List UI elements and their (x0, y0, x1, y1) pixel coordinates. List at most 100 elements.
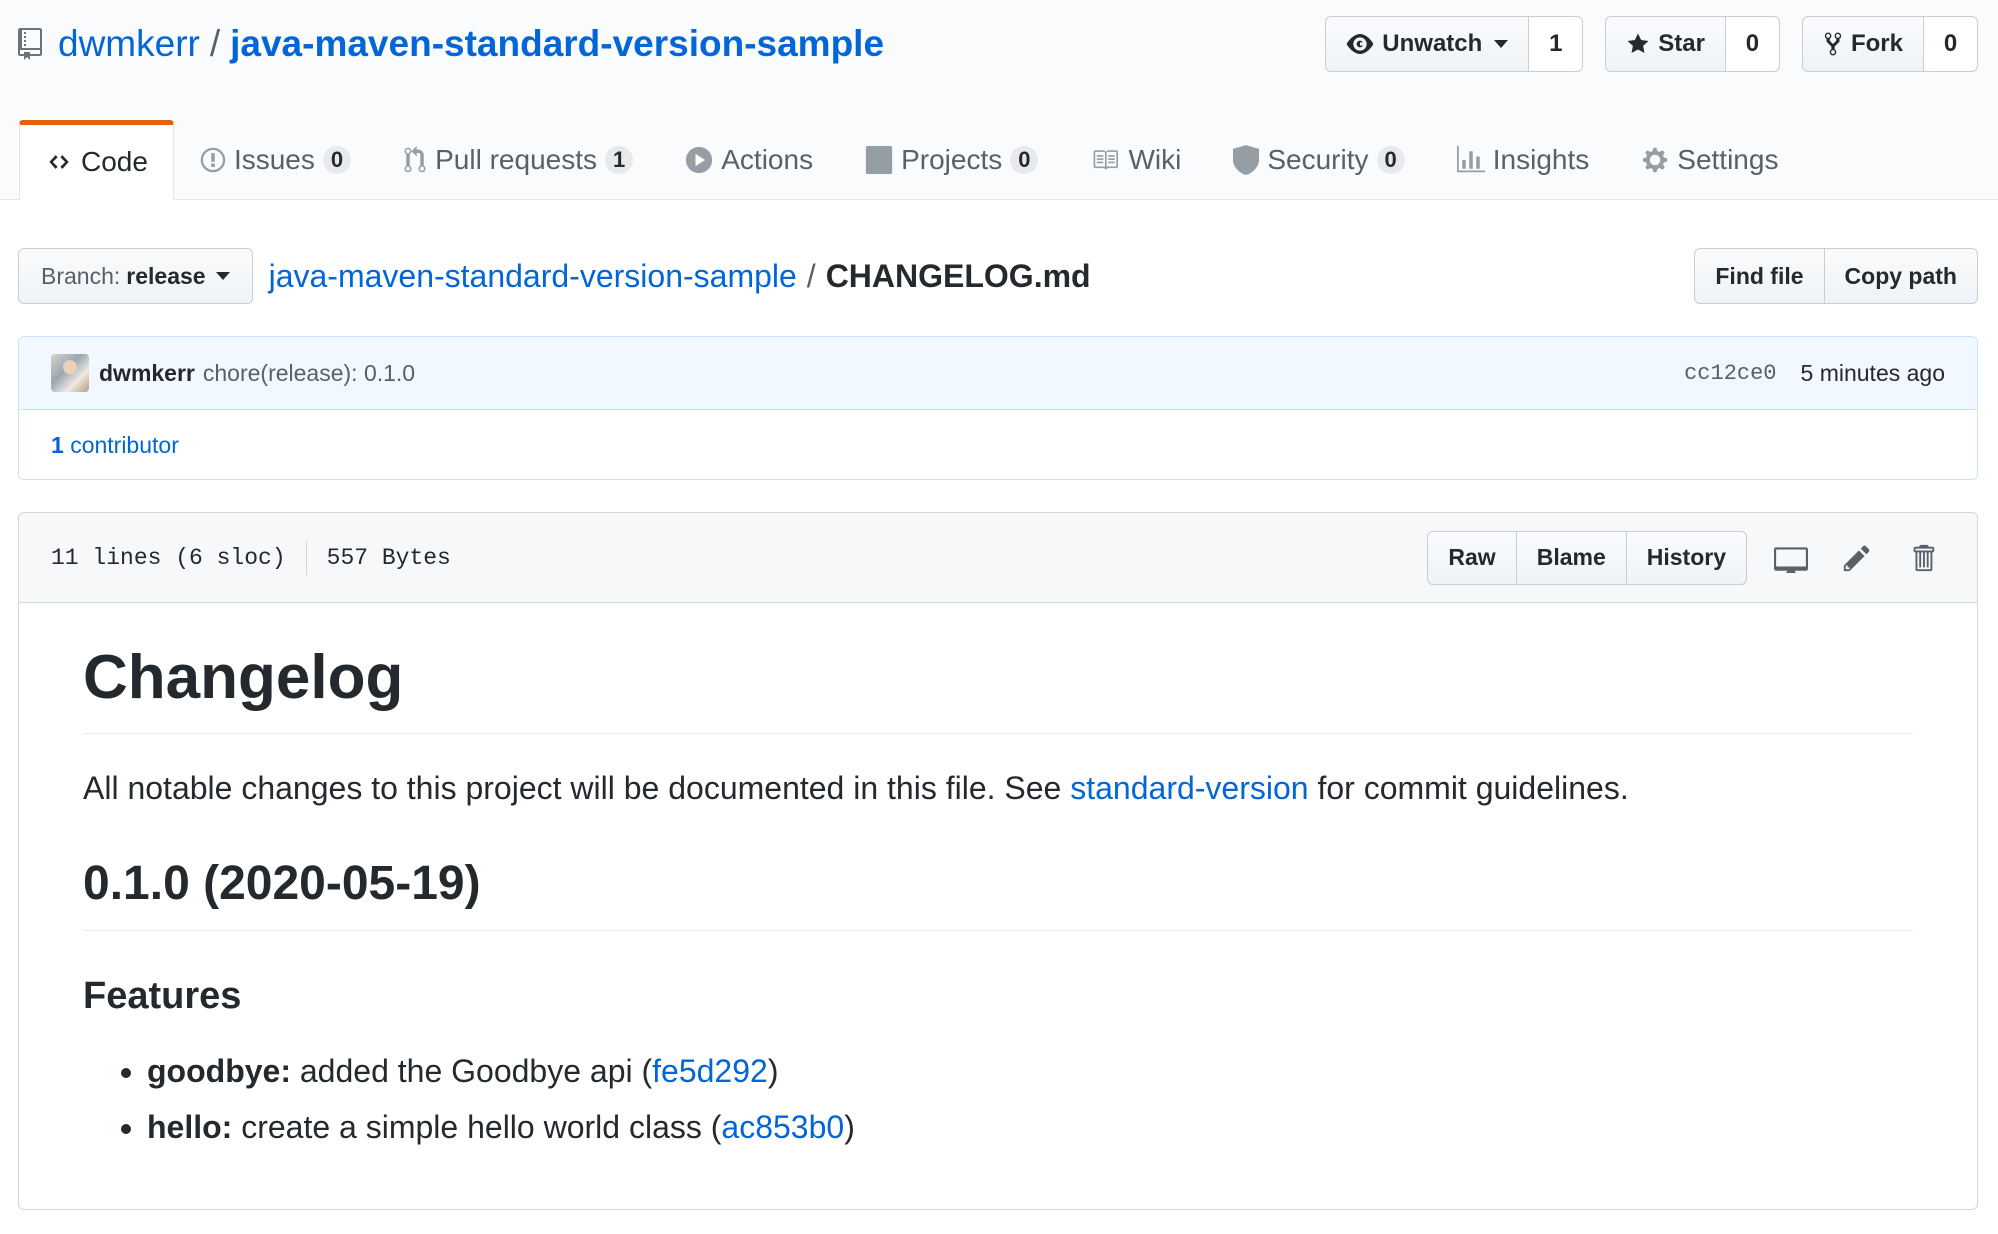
tab-pull-requests[interactable]: Pull requests 1 (377, 120, 659, 200)
breadcrumb-repo-link[interactable]: java-maven-standard-version-sample (269, 258, 797, 295)
find-file-button[interactable]: Find file (1694, 248, 1825, 304)
star-count[interactable]: 0 (1725, 16, 1780, 72)
list-item: goodbye: added the Goodbye api (fe5d292) (147, 1047, 1913, 1095)
tab-issues[interactable]: Issues 0 (174, 120, 377, 200)
desktop-icon[interactable] (1769, 536, 1813, 580)
tab-code-label: Code (81, 146, 148, 177)
trash-icon[interactable] (1901, 536, 1945, 580)
item-close: ) (767, 1052, 779, 1089)
tab-settings-label: Settings (1677, 144, 1779, 175)
file-info-divider (305, 540, 307, 575)
commit-sha[interactable]: cc12ce0 (1684, 361, 1776, 386)
chevron-down-icon (1494, 40, 1509, 48)
tab-pull-requests-label: Pull requests (435, 144, 597, 175)
tab-issues-label: Issues (233, 144, 315, 175)
pull-request-icon (404, 146, 426, 173)
tab-projects-label: Projects (901, 144, 1003, 175)
repo-header: dwmkerr / java-maven-standard-version-sa… (0, 0, 1998, 200)
breadcrumb-separator: / (806, 257, 816, 294)
issue-icon (200, 147, 226, 173)
issues-counter: 0 (322, 146, 352, 174)
branch-value: release (126, 262, 206, 289)
unwatch-label: Unwatch (1382, 30, 1483, 57)
item-text: added the Goodbye api ( (290, 1052, 653, 1089)
breadcrumb-file: CHANGELOG.md (825, 257, 1091, 294)
tab-insights[interactable]: Insights (1431, 120, 1616, 200)
commit-tease: dwmkerr chore(release): 0.1.0 cc12ce0 5 … (19, 337, 1977, 410)
item-close: ) (844, 1108, 855, 1145)
fork-label: Fork (1850, 30, 1903, 57)
commit-link[interactable]: ac853b0 (721, 1109, 844, 1145)
standard-version-link[interactable]: standard-version (1070, 770, 1308, 806)
commit-meta: cc12ce0 5 minutes ago (1684, 360, 1945, 387)
repo-title: dwmkerr / java-maven-standard-version-sa… (18, 18, 884, 70)
commit-box: dwmkerr chore(release): 0.1.0 cc12ce0 5 … (18, 336, 1978, 480)
list-item: hello: create a simple hello world class… (147, 1103, 1913, 1151)
file-info: 11 lines (6 sloc) 557 Bytes (51, 540, 451, 575)
tab-settings[interactable]: Settings (1615, 120, 1804, 200)
blame-button[interactable]: Blame (1515, 530, 1627, 585)
fork-group: Fork 0 (1801, 16, 1978, 72)
version-heading: 0.1.0 (2020-05-19) (83, 854, 1913, 932)
star-icon (1627, 33, 1649, 53)
tab-insights-label: Insights (1492, 144, 1590, 175)
copy-path-button[interactable]: Copy path (1824, 248, 1978, 304)
commit-message[interactable]: chore(release): 0.1.0 (203, 360, 415, 387)
item-text: create a simple hello world class ( (232, 1108, 722, 1145)
pull-requests-counter: 1 (605, 146, 634, 174)
tab-wiki[interactable]: Wiki (1064, 120, 1207, 200)
tab-actions[interactable]: Actions (659, 120, 839, 200)
tab-code[interactable]: Code (19, 120, 174, 200)
intro-paragraph: All notable changes to this project will… (83, 764, 1913, 812)
file-nav-buttons: Find file Copy path (1694, 248, 1978, 304)
repo-icon (18, 24, 48, 64)
commit-link[interactable]: fe5d292 (652, 1053, 768, 1089)
file-size: 557 Bytes (326, 544, 451, 571)
raw-button[interactable]: Raw (1427, 530, 1517, 585)
tab-projects[interactable]: Projects 0 (839, 120, 1064, 200)
avatar[interactable] (51, 354, 89, 392)
star-button[interactable]: Star (1605, 16, 1726, 72)
repo-separator: / (209, 23, 221, 64)
file-lines: 11 lines (6 sloc) (51, 544, 286, 571)
history-button[interactable]: History (1625, 530, 1747, 585)
file-box: 11 lines (6 sloc) 557 Bytes Raw Blame Hi… (18, 512, 1978, 1210)
star-group: Star 0 (1605, 16, 1780, 72)
unwatch-button[interactable]: Unwatch (1325, 16, 1530, 72)
tab-security[interactable]: Security 0 (1207, 120, 1430, 200)
commit-author[interactable]: dwmkerr (99, 360, 195, 387)
star-label: Star (1658, 30, 1705, 57)
file-header: 11 lines (6 sloc) 557 Bytes Raw Blame Hi… (19, 513, 1977, 603)
code-icon (49, 155, 69, 169)
file-actions: Raw Blame History (1427, 530, 1945, 585)
item-scope: hello: (147, 1108, 233, 1145)
gear-icon (1643, 147, 1668, 173)
contributors-link[interactable]: 1 contributor (51, 432, 179, 459)
tab-security-label: Security (1267, 144, 1369, 175)
fork-count[interactable]: 0 (1924, 16, 1978, 72)
fork-button[interactable]: Fork (1801, 16, 1924, 72)
repo-name-link[interactable]: java-maven-standard-version-sample (230, 23, 884, 65)
graph-icon (1456, 146, 1485, 173)
projects-counter: 0 (1010, 146, 1039, 174)
shield-icon (1233, 145, 1260, 175)
changelog-heading: Changelog (83, 641, 1913, 735)
commit-time: 5 minutes ago (1800, 359, 1945, 386)
repo-nav: Code Issues 0 Pull requests 1 Actions Pr… (19, 120, 1804, 200)
repo-actions: Unwatch 1 Star 0 Fork 0 (1325, 16, 1978, 72)
readme-body: Changelog All notable changes to this pr… (19, 603, 1977, 1151)
eye-icon (1346, 34, 1374, 54)
contributor-count: 1 (51, 431, 64, 458)
intro-text-after: for commit guidelines. (1308, 770, 1629, 807)
tab-actions-label: Actions (721, 144, 814, 175)
contributors-row: 1 contributor (19, 410, 1977, 479)
play-icon (686, 146, 713, 174)
branch-select-button[interactable]: Branch: release (18, 248, 253, 304)
contributor-label: contributor (70, 431, 179, 458)
branch-label: Branch: (41, 262, 121, 289)
watch-count[interactable]: 1 (1529, 16, 1584, 72)
file-navigation: Branch: release java-maven-standard-vers… (18, 248, 1978, 304)
pencil-icon[interactable] (1835, 536, 1879, 580)
repo-owner-link[interactable]: dwmkerr (58, 23, 200, 65)
intro-text-before: All notable changes to this project will… (83, 770, 1071, 807)
